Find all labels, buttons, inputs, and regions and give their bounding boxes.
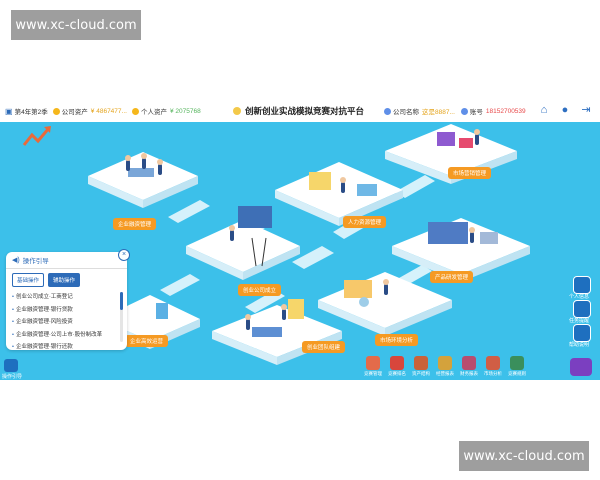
person-figure bbox=[245, 314, 251, 330]
help-button[interactable] bbox=[573, 324, 591, 342]
watermark-top-left: www.xc-cloud.com bbox=[11, 10, 141, 40]
profile-button-label: 个人信息 bbox=[569, 294, 590, 300]
person-figure bbox=[157, 159, 163, 175]
tile-label-market-analysis[interactable]: 市场环境分析 bbox=[375, 334, 419, 346]
ranking-icon bbox=[390, 356, 404, 370]
guide-list-item[interactable]: 企业融资管理·银行贷款 bbox=[12, 304, 117, 317]
trophy-icon bbox=[366, 356, 380, 370]
report-icon bbox=[438, 356, 452, 370]
person-figure bbox=[340, 177, 346, 193]
personal-assets: 个人资产 ¥ 2075768 bbox=[131, 106, 201, 116]
period-indicator: ▣ 第4年第2季 bbox=[5, 106, 48, 117]
camera-button[interactable] bbox=[570, 358, 592, 376]
company-assets: 公司资产 ¥ 4867477... bbox=[52, 106, 127, 116]
coin-icon bbox=[131, 107, 139, 115]
coin-icon bbox=[52, 107, 60, 115]
dock-item-finance[interactable]: 财务报表 bbox=[458, 356, 480, 377]
person-figure bbox=[281, 304, 287, 320]
task-reminder-label: 任务提醒 bbox=[569, 318, 590, 324]
person-figure bbox=[125, 155, 131, 171]
tab-basic-operation[interactable]: 基础操作 bbox=[12, 273, 45, 287]
guide-list-item[interactable]: 创业公司成立·工商登记 bbox=[12, 291, 117, 304]
task-reminder-button[interactable] bbox=[573, 300, 591, 318]
user-icon[interactable]: ● bbox=[559, 104, 571, 116]
top-bar: ▣ 第4年第2季 公司资产 ¥ 4867477... 个人资产 ¥ 207576… bbox=[0, 100, 600, 122]
dock-item-reports[interactable]: 经营报表 bbox=[434, 356, 456, 377]
tile-team-building[interactable] bbox=[212, 299, 342, 374]
dock-item-ranking[interactable]: 竞赛排名 bbox=[386, 356, 408, 377]
guide-tabs: 基础操作 辅助操作 bbox=[6, 269, 127, 291]
logout-icon[interactable]: ⇥ bbox=[580, 104, 592, 116]
tile-financing[interactable] bbox=[88, 152, 198, 219]
rules-icon bbox=[510, 356, 524, 370]
close-icon[interactable]: × bbox=[118, 249, 130, 261]
guide-list-item[interactable]: 企业融资管理·银行还款 bbox=[12, 341, 117, 354]
watermark-bottom-right: www.xc-cloud.com bbox=[459, 441, 589, 471]
company-icon bbox=[384, 107, 391, 115]
guide-toggle-button[interactable] bbox=[4, 359, 18, 372]
guide-toggle-label: 操作引导 bbox=[2, 374, 23, 380]
dock-item-assets[interactable]: 资产结构 bbox=[410, 356, 432, 377]
dock-item-rules[interactable]: 竞赛规则 bbox=[506, 356, 528, 377]
profile-button[interactable] bbox=[573, 276, 591, 294]
guide-header: ◀) 操作引导 bbox=[6, 252, 127, 269]
help-button-label: 帮助说明 bbox=[569, 342, 590, 348]
tile-label-hr[interactable]: 人力资源管理 bbox=[343, 216, 387, 228]
calendar-icon: ▣ bbox=[5, 106, 13, 116]
dock-item-market[interactable]: 市场分析 bbox=[482, 356, 504, 377]
person-figure bbox=[383, 279, 389, 295]
top-right-icons: ⌂ ● ⇥ bbox=[538, 104, 592, 116]
market-icon bbox=[486, 356, 500, 370]
game-screen: ▣ 第4年第2季 公司资产 ¥ 4867477... 个人资产 ¥ 207576… bbox=[0, 100, 600, 380]
person-figure bbox=[474, 129, 480, 145]
tile-label-marketing[interactable]: 市场营销管理 bbox=[448, 167, 492, 179]
guide-list-item[interactable]: 企业融资管理·风险投资 bbox=[12, 316, 117, 329]
guide-list: 创业公司成立·工商登记 企业融资管理·银行贷款 企业融资管理·风险投资 企业融资… bbox=[6, 291, 127, 354]
assets-icon bbox=[414, 356, 428, 370]
operation-guide-panel: ◀) 操作引导 × 基础操作 辅助操作 创业公司成立·工商登记 企业融资管理·银… bbox=[6, 249, 130, 350]
finance-icon bbox=[462, 356, 476, 370]
tile-company-setup[interactable] bbox=[186, 206, 300, 289]
tile-label-operations[interactable]: 企业高效运营 bbox=[125, 335, 169, 347]
dock-item-competition[interactable]: 竞赛管理 bbox=[362, 356, 384, 377]
person-figure bbox=[141, 153, 147, 169]
tab-auxiliary-operation[interactable]: 辅助操作 bbox=[48, 273, 81, 287]
bulb-icon bbox=[233, 107, 241, 115]
tile-label-team-building[interactable]: 创业团队组建 bbox=[302, 341, 346, 353]
company-info: 公司名称 这是8887... 账号 18152700539 bbox=[384, 100, 526, 122]
tile-label-financing[interactable]: 企业融资管理 bbox=[113, 218, 157, 230]
person-figure bbox=[229, 225, 235, 241]
speaker-icon: ◀) bbox=[12, 257, 20, 264]
guide-scrollbar[interactable] bbox=[120, 292, 123, 342]
guide-list-item[interactable]: 企业融资管理·公司上市·股份制改革 bbox=[12, 329, 117, 342]
platform-title: 创新创业实战模拟竞赛对抗平台 bbox=[233, 100, 364, 122]
tile-marketing[interactable] bbox=[385, 124, 517, 191]
home-icon[interactable]: ⌂ bbox=[538, 104, 550, 116]
person-figure bbox=[469, 227, 475, 243]
tile-label-company-setup[interactable]: 创业公司成立 bbox=[238, 284, 282, 296]
bottom-dock: 竞赛管理 竞赛排名 资产结构 经营报表 财务报表 市场分析 竞赛规则 bbox=[362, 356, 528, 377]
account-icon bbox=[460, 107, 468, 115]
